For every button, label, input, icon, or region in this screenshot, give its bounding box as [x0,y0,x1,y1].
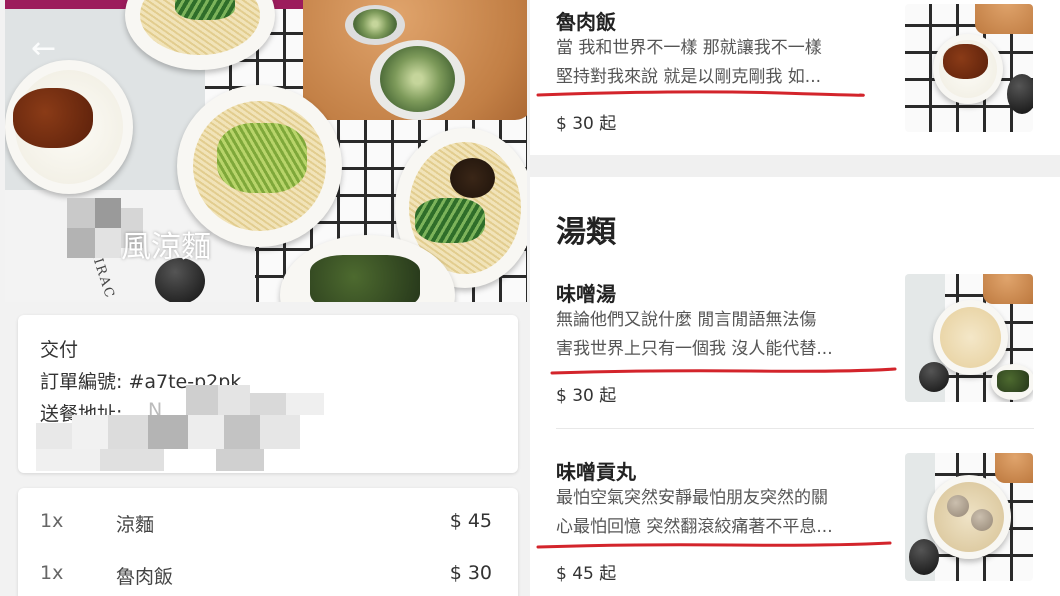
menu-item-miso-meatball-soup[interactable]: 味噌貢丸 最怕空氣突然安靜最怕朋友突然的關 心最怕回憶 突然翻滾絞痛著不平息..… [530,448,1060,596]
item-quantity: 1x [40,510,64,532]
menu-divider [556,428,1034,429]
menu-item-price: $ 45 起 [556,564,617,584]
delivery-card: 交付 訂單編號: #a7te-p2pk 送餐地址: N La [18,315,518,473]
restaurant-name: 風涼麵 [121,230,211,265]
back-arrow-icon[interactable]: ← [31,34,56,64]
item-price: $ 30 [449,562,492,584]
item-name: 魯肉飯 [116,566,174,588]
order-items-card: 1x 涼麵 $ 45 1x 魯肉飯 $ 30 [18,488,518,596]
order-panel: AIRAC ← 風涼麵 交付 訂單編號: #a7te-p2pk 送餐地址: N … [0,0,530,596]
menu-item-price: $ 30 起 [556,386,617,406]
restaurant-hero-image: AIRAC ← 風涼麵 [5,0,527,302]
item-price: $ 45 [449,510,492,532]
item-name: 涼麵 [116,514,155,536]
menu-item-price: $ 30 起 [556,114,617,134]
menu-item-miso-soup[interactable]: 味噌湯 無論他們又說什麼 閒言閒語無法傷 害我世界上只有一個我 沒人能代替...… [530,270,1060,410]
menu-item-braised-pork-rice[interactable]: 魯肉飯 當 我和世界不一樣 那就讓我不一樣 堅持對我來說 就是以剛克剛我 如..… [530,0,1060,150]
mosaic-censor [36,385,326,473]
delivery-heading: 交付 [40,339,79,361]
menu-item-thumbnail [905,4,1033,132]
section-divider [530,155,1060,177]
section-title: 湯類 [556,215,616,250]
order-item-row: 1x 魯肉飯 $ 30 [18,562,518,596]
menu-item-thumbnail [905,453,1033,581]
item-quantity: 1x [40,562,64,584]
menu-item-thumbnail [905,274,1033,402]
order-item-row: 1x 涼麵 $ 45 [18,510,518,546]
menu-panel: 魯肉飯 當 我和世界不一樣 那就讓我不一樣 堅持對我來說 就是以剛克剛我 如..… [530,0,1060,596]
